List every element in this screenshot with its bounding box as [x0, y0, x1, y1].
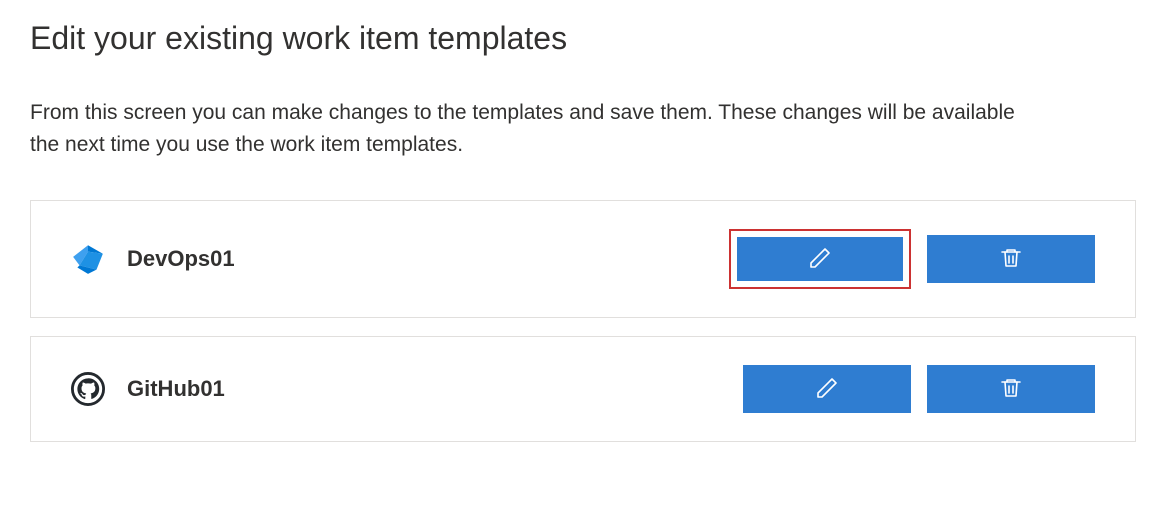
template-left: DevOps01	[71, 242, 235, 276]
edit-button[interactable]	[737, 237, 903, 281]
page-title: Edit your existing work item templates	[30, 20, 1136, 57]
trash-icon	[999, 376, 1023, 403]
template-name: GitHub01	[127, 376, 225, 402]
template-row: DevOps01	[30, 200, 1136, 318]
delete-button[interactable]	[927, 365, 1095, 413]
delete-button[interactable]	[927, 235, 1095, 283]
trash-icon	[999, 246, 1023, 273]
template-row: GitHub01	[30, 336, 1136, 442]
template-left: GitHub01	[71, 372, 225, 406]
template-name: DevOps01	[127, 246, 235, 272]
template-actions	[729, 229, 1095, 289]
github-icon	[71, 372, 105, 406]
page-description: From this screen you can make changes to…	[30, 97, 1030, 160]
edit-highlight-box	[729, 229, 911, 289]
pencil-icon	[815, 376, 839, 403]
edit-button[interactable]	[743, 365, 911, 413]
template-actions	[743, 365, 1095, 413]
template-list: DevOps01	[30, 200, 1136, 442]
pencil-icon	[808, 246, 832, 273]
azure-devops-icon	[71, 242, 105, 276]
